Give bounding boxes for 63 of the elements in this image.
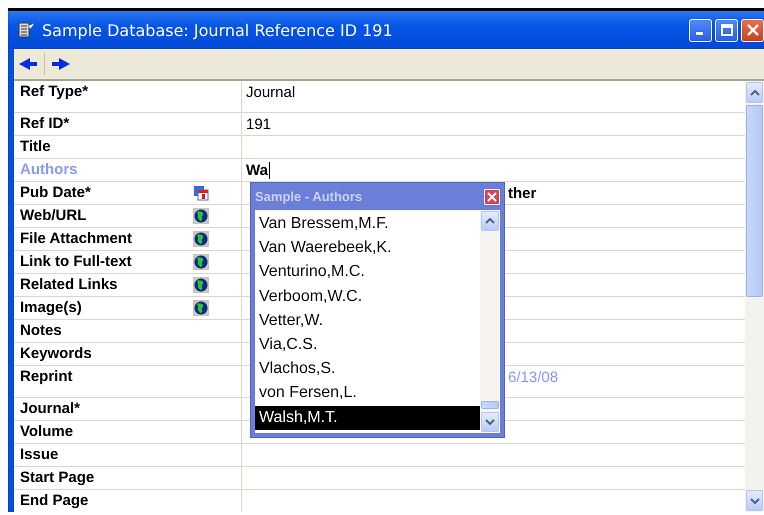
caret-up-icon — [750, 88, 760, 96]
maximize-button[interactable] — [715, 18, 738, 42]
field-label: File Attachment — [20, 230, 132, 247]
field-label: Keywords — [20, 345, 92, 362]
minimize-icon — [696, 32, 702, 35]
scroll-up-button[interactable] — [746, 82, 763, 103]
globe-icon[interactable] — [193, 300, 209, 316]
caret-up-icon — [485, 217, 495, 225]
list-item[interactable]: Venturino,M.C. — [255, 260, 480, 285]
field-label: Web/URL — [20, 207, 86, 224]
caret-down-icon — [750, 496, 760, 504]
popup-title: Sample - Authors — [255, 189, 362, 204]
forward-arrow-icon[interactable] — [51, 57, 71, 71]
field-label: Ref Type* — [20, 83, 88, 100]
globe-icon[interactable] — [193, 254, 209, 270]
field-label: Image(s) — [20, 299, 82, 316]
list-item[interactable]: Van Waerebeek,K. — [255, 236, 480, 260]
field-label: Start Page — [20, 469, 94, 486]
scroll-thumb[interactable] — [481, 401, 499, 409]
field-label: Pub Date* — [20, 184, 91, 201]
globe-icon[interactable] — [193, 277, 209, 293]
window-title: Sample Database: Journal Reference ID 191 — [42, 20, 394, 40]
field-label: Reprint — [20, 368, 72, 385]
field-label: Ref ID* — [20, 115, 70, 132]
list-item[interactable]: von Fersen,L. — [255, 381, 480, 406]
globe-icon[interactable] — [193, 208, 209, 224]
globe-icon[interactable] — [193, 231, 209, 247]
close-button[interactable] — [741, 18, 764, 42]
caret-down-icon — [485, 418, 495, 426]
field-label: Volume — [20, 423, 74, 440]
maximize-icon — [720, 23, 734, 37]
list-item[interactable]: Vetter,W. — [255, 308, 480, 333]
date-text: 6/13/08 — [508, 369, 558, 386]
form-icon — [18, 22, 34, 38]
calendar-icon[interactable] — [193, 185, 209, 201]
close-icon — [746, 23, 760, 37]
scrollbar[interactable] — [745, 81, 764, 512]
field-label: End Page — [20, 492, 88, 509]
list-item[interactable]: Van Bressem,M.F. — [255, 212, 480, 236]
option-label: ther — [508, 185, 536, 202]
field-label: Journal* — [20, 400, 80, 417]
back-arrow-icon[interactable] — [18, 57, 38, 71]
field-label: Link to Full-text — [20, 253, 132, 270]
list-item[interactable]: Vlachos,S. — [255, 357, 480, 382]
field-label: Related Links — [20, 276, 118, 293]
field-label: Title — [20, 138, 51, 155]
close-icon — [487, 192, 497, 202]
scroll-up-button[interactable] — [481, 211, 499, 231]
minimize-button[interactable] — [689, 18, 712, 42]
field-label: Issue — [20, 446, 58, 463]
scroll-down-button[interactable] — [746, 490, 763, 511]
field-value: Journal — [246, 84, 296, 101]
scrollbar[interactable] — [480, 210, 500, 433]
list-item[interactable]: Walsh,M.T. — [255, 406, 480, 430]
list-item[interactable]: Via,C.S. — [255, 332, 480, 358]
field-label: Notes — [20, 322, 62, 339]
scroll-thumb[interactable] — [746, 105, 763, 297]
close-button[interactable] — [484, 188, 500, 204]
input-field[interactable]: Wa — [246, 162, 270, 179]
field-label: Authors — [20, 161, 78, 178]
list-item[interactable]: Verboom,W.C. — [255, 284, 480, 309]
scroll-down-button[interactable] — [481, 412, 499, 432]
field-value: 191 — [246, 116, 272, 133]
